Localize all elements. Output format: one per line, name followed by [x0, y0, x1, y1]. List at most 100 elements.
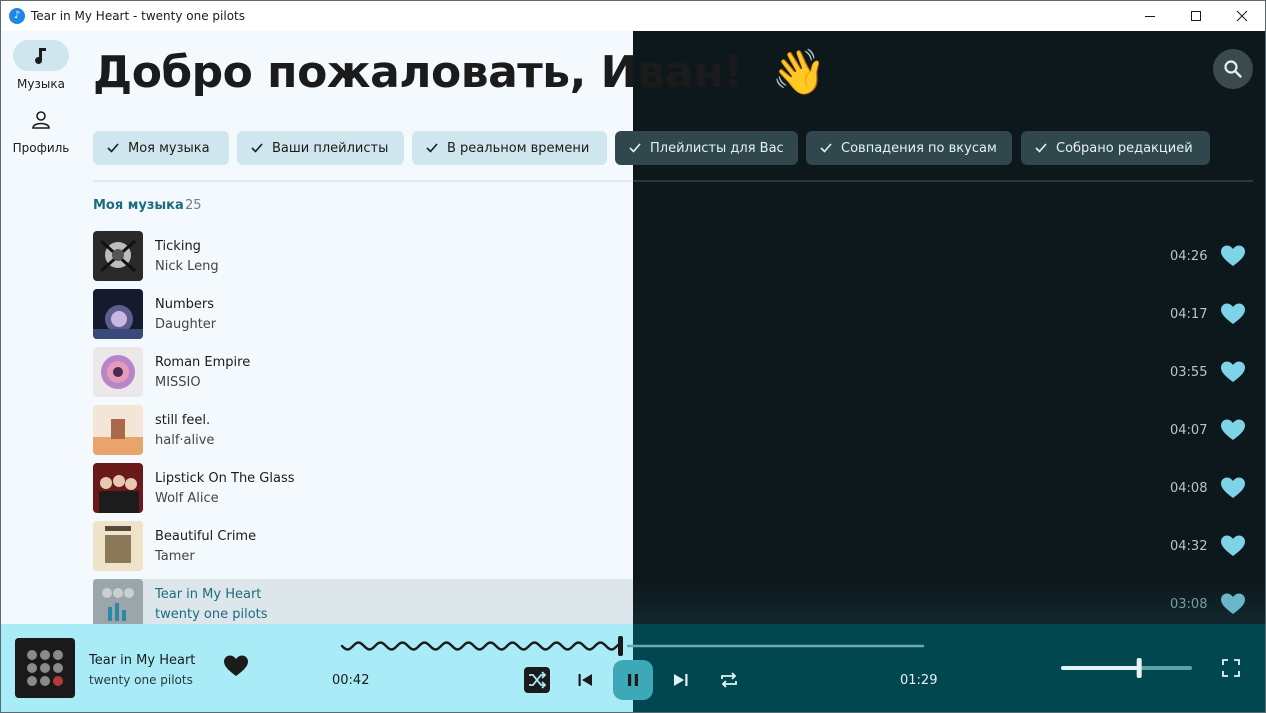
previous-button[interactable]: [575, 670, 595, 690]
progress-bar[interactable]: [340, 632, 930, 660]
shuffle-button[interactable]: [524, 667, 550, 693]
track-duration: 04:32: [1170, 539, 1208, 554]
filter-chip-label: Ваши плейлисты: [272, 140, 389, 156]
track-duration: 03:55: [1170, 365, 1208, 380]
heart-icon[interactable]: [1221, 361, 1245, 387]
track-row[interactable]: Numbers Daughter 04:17: [93, 289, 1253, 341]
filter-chip-label: Собрано редакцией: [1056, 140, 1193, 156]
music-note-icon: [35, 47, 46, 64]
greeting-text: Добро пожаловать, Иван!: [93, 47, 743, 98]
track-title: Numbers: [155, 297, 214, 312]
track-artist: Wolf Alice: [155, 491, 219, 506]
track-duration: 04:08: [1170, 481, 1208, 496]
volume-thumb: [1136, 658, 1142, 678]
equalizer-icon: [108, 607, 112, 621]
title-bar: ♪ Tear in My Heart - twenty one pilots: [0, 0, 1266, 31]
track-row[interactable]: Lipstick On The Glass Wolf Alice 04:08: [93, 463, 1253, 515]
now-playing-title: Tear in My Heart: [89, 653, 196, 668]
maximize-button[interactable]: [1173, 0, 1219, 31]
pause-button[interactable]: [613, 660, 653, 700]
track-row[interactable]: Ticking Nick Leng 04:26: [93, 231, 1253, 283]
window-title: Tear in My Heart - twenty one pilots: [31, 8, 246, 23]
shuffle-icon: [529, 671, 547, 689]
heart-icon[interactable]: [1221, 477, 1245, 503]
search-icon: [1224, 60, 1242, 78]
heart-icon[interactable]: [1221, 303, 1245, 329]
nav-label: Профиль: [12, 141, 70, 155]
progress-thumb: [618, 636, 623, 656]
album-cover: [93, 463, 143, 513]
skip-previous-icon: [578, 674, 592, 686]
track-duration: 03:08: [1170, 597, 1208, 612]
now-playing-cover: [15, 638, 75, 698]
minimize-button[interactable]: [1127, 0, 1173, 31]
fullscreen-icon: [1222, 659, 1240, 677]
nav-item-profile[interactable]: Профиль: [11, 104, 71, 155]
remaining-time: 01:29: [900, 673, 938, 688]
maximize-icon: [1191, 10, 1201, 21]
heart-icon[interactable]: [1221, 419, 1245, 445]
heart-icon[interactable]: [224, 655, 248, 681]
filter-chip-your-playlists[interactable]: Ваши плейлисты: [237, 131, 404, 165]
section-title: Моя музыка: [93, 198, 184, 213]
nav-item-music[interactable]: Музыка: [11, 40, 71, 91]
check-icon: [1035, 143, 1047, 153]
filter-chip-label: Совпадения по вкусам: [841, 140, 997, 156]
track-title: still feel.: [155, 413, 211, 428]
close-icon: [1236, 10, 1248, 21]
track-title: Ticking: [155, 239, 201, 254]
nav-pill: [13, 104, 69, 135]
heart-icon[interactable]: [1221, 245, 1245, 271]
next-button[interactable]: [671, 670, 691, 690]
volume-slider[interactable]: [1060, 657, 1194, 679]
minimize-icon: [1145, 15, 1155, 17]
track-row[interactable]: still feel. half·alive 04:07: [93, 405, 1253, 457]
album-cover: [93, 289, 143, 339]
music-note-icon: ♪: [9, 7, 25, 24]
track-duration: 04:26: [1170, 249, 1208, 264]
track-row[interactable]: Beautiful Crime Tamer 04:32: [93, 521, 1253, 573]
album-cover: [93, 231, 143, 281]
track-duration: 04:17: [1170, 307, 1208, 322]
nav-pill: [13, 40, 69, 71]
person-icon: [32, 110, 50, 129]
track-title: Roman Empire: [155, 355, 251, 370]
page-title: Добро пожаловать, Иван! 👋: [93, 46, 827, 98]
now-playing-artist: twenty one pilots: [89, 673, 193, 687]
close-button[interactable]: [1219, 0, 1265, 31]
divider: [93, 180, 1253, 182]
track-artist: half·alive: [155, 433, 215, 448]
filter-chip-my-music[interactable]: Моя музыка: [93, 131, 229, 165]
repeat-icon: [721, 672, 737, 688]
album-cover: [93, 521, 143, 571]
waving-hand-icon: 👋: [771, 47, 827, 98]
repeat-button[interactable]: [718, 669, 740, 691]
track-title: Tear in My Heart: [155, 587, 262, 602]
filter-chip-taste-matches[interactable]: Совпадения по вкусам: [806, 131, 1012, 165]
search-button[interactable]: [1213, 49, 1253, 89]
album-cover: [93, 347, 143, 397]
pause-icon: [628, 674, 638, 686]
filter-chip-label: Плейлисты для Вас: [650, 140, 784, 156]
album-cover: [93, 405, 143, 455]
check-icon: [629, 143, 641, 153]
filter-chip-label: В реальном времени: [447, 140, 590, 156]
check-icon: [107, 143, 119, 153]
track-title: Beautiful Crime: [155, 529, 257, 544]
elapsed-time: 00:42: [332, 673, 370, 688]
track-artist: twenty one pilots: [155, 607, 268, 622]
section-count: 25: [185, 198, 202, 213]
check-icon: [251, 143, 263, 153]
check-icon: [820, 143, 832, 153]
heart-icon[interactable]: [1221, 535, 1245, 561]
nav-label: Музыка: [17, 77, 65, 91]
filter-chip-label: Моя музыка: [128, 140, 210, 156]
filter-chip-realtime[interactable]: В реальном времени: [412, 131, 607, 165]
track-title: Lipstick On The Glass: [155, 471, 295, 486]
filter-chip-playlists-for-you[interactable]: Плейлисты для Вас: [615, 131, 798, 165]
fullscreen-button[interactable]: [1222, 659, 1240, 681]
track-row[interactable]: Roman Empire MISSIO 03:55: [93, 347, 1253, 399]
filter-chip-editors-picks[interactable]: Собрано редакцией: [1021, 131, 1210, 165]
check-icon: [426, 143, 438, 153]
heart-icon[interactable]: [1221, 593, 1245, 619]
